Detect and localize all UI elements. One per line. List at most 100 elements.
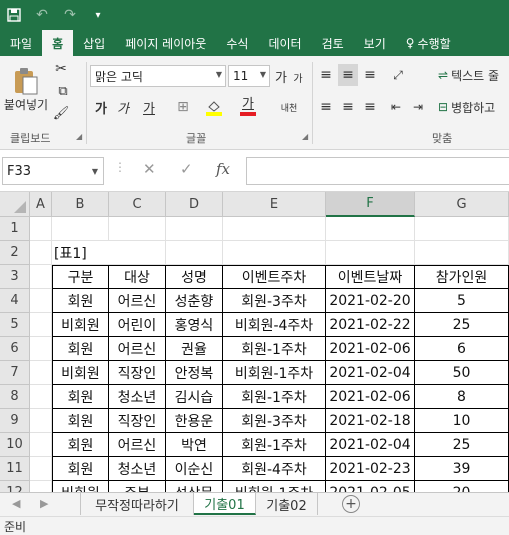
tab-view[interactable]: 보기 [354, 30, 396, 56]
table-cell[interactable] [415, 241, 509, 265]
table-cell[interactable]: 회원-1주차 [223, 337, 326, 361]
enter-icon[interactable]: ✓ [180, 160, 193, 178]
select-all-button[interactable] [0, 192, 30, 217]
column-header-b[interactable]: B [52, 192, 109, 217]
row-header[interactable]: 11 [0, 457, 30, 481]
table-cell[interactable] [30, 217, 52, 241]
orientation-icon[interactable]: ⤢ [386, 64, 410, 86]
tab-home[interactable]: 홈 [42, 30, 74, 56]
table-cell[interactable]: 8 [415, 385, 509, 409]
table-cell[interactable]: 직장인 [109, 361, 166, 385]
table-cell[interactable]: 회원-1주차 [223, 433, 326, 457]
table-cell[interactable]: 2021-02-22 [326, 313, 415, 337]
table-cell[interactable]: 청소년 [109, 457, 166, 481]
tab-insert[interactable]: 삽입 [73, 30, 115, 56]
font-launcher-icon[interactable]: ◢ [302, 132, 308, 141]
column-header-a[interactable]: A [30, 192, 52, 217]
table-cell[interactable]: 회원 [52, 409, 109, 433]
table-cell[interactable]: 청소년 [109, 385, 166, 409]
row-header[interactable]: 3 [0, 265, 30, 289]
cut-icon[interactable]: ✂ [52, 60, 70, 78]
underline-button[interactable]: 가 [136, 96, 162, 118]
table-cell[interactable] [109, 217, 166, 241]
align-center-icon[interactable]: ≡ [338, 96, 358, 118]
row-header[interactable]: 6 [0, 337, 30, 361]
table-cell[interactable]: 성춘향 [166, 289, 223, 313]
table-cell[interactable]: 25 [415, 433, 509, 457]
tab-data[interactable]: 데이터 [258, 30, 311, 56]
table-cell[interactable]: 회원-4주차 [223, 457, 326, 481]
tab-page-layout[interactable]: 페이지 레이아웃 [115, 30, 216, 56]
merge-center-button[interactable]: ⊟ 병합하고 [438, 96, 509, 118]
row-header[interactable]: 5 [0, 313, 30, 337]
format-painter-icon[interactable]: 🖌 [52, 104, 70, 122]
table-cell[interactable] [30, 265, 52, 289]
table-header-cell[interactable]: 참가인원 [415, 265, 509, 289]
sheet-tab-2[interactable]: 기출01 [194, 493, 256, 515]
column-header-c[interactable]: C [109, 192, 166, 217]
add-sheet-button[interactable]: + [342, 495, 360, 513]
row-header[interactable]: 9 [0, 409, 30, 433]
align-middle-icon[interactable]: ≡ [338, 64, 358, 86]
table-cell[interactable]: 2021-02-20 [326, 289, 415, 313]
table-cell[interactable]: 비회원 [52, 361, 109, 385]
table-cell[interactable]: 박연 [166, 433, 223, 457]
row-header[interactable]: 1 [0, 217, 30, 241]
table-cell[interactable]: 한용운 [166, 409, 223, 433]
table-cell[interactable]: 5 [415, 289, 509, 313]
italic-button[interactable]: 가 [114, 96, 132, 118]
table-cell[interactable] [326, 217, 415, 241]
table-cell[interactable]: 어린이 [109, 313, 166, 337]
table-cell[interactable]: 회원 [52, 433, 109, 457]
table-cell[interactable] [223, 217, 326, 241]
table-cell[interactable]: 안정복 [166, 361, 223, 385]
column-header-d[interactable]: D [166, 192, 223, 217]
table-cell[interactable] [30, 457, 52, 481]
sheet-prev-icon[interactable]: ◀ [12, 497, 20, 510]
tab-review[interactable]: 검토 [312, 30, 354, 56]
row-header[interactable]: 10 [0, 433, 30, 457]
redo-icon[interactable]: ↷ [56, 0, 84, 30]
borders-icon[interactable]: ⊞ [170, 96, 196, 118]
wrap-text-button[interactable]: ⇌ 텍스트 줄 [438, 64, 509, 86]
tell-me-search[interactable]: ♀ 수행할 [396, 30, 451, 56]
table-cell[interactable] [30, 337, 52, 361]
table-cell[interactable]: 2021-02-23 [326, 457, 415, 481]
table-cell[interactable]: 김시습 [166, 385, 223, 409]
table-cell[interactable]: 어르신 [109, 337, 166, 361]
fill-color-icon[interactable] [202, 96, 226, 118]
table-cell[interactable] [166, 241, 223, 265]
table-cell[interactable]: 비회원-1주차 [223, 361, 326, 385]
align-bottom-icon[interactable]: ≡ [360, 64, 380, 86]
font-name-dropdown[interactable]: 맑은 고딕 ▼ [90, 65, 226, 87]
table-cell[interactable] [30, 433, 52, 457]
sheet-next-icon[interactable]: ▶ [40, 497, 48, 510]
table-cell[interactable]: 비회원-4주차 [223, 313, 326, 337]
table-cell[interactable] [166, 217, 223, 241]
table-header-cell[interactable]: 이벤트날짜 [326, 265, 415, 289]
tab-formulas[interactable]: 수식 [216, 30, 258, 56]
insert-function-icon[interactable]: fx [216, 160, 230, 178]
align-right-icon[interactable]: ≡ [360, 96, 380, 118]
table-cell[interactable]: 홍영식 [166, 313, 223, 337]
table-cell[interactable]: 50 [415, 361, 509, 385]
table-cell[interactable]: 비회원 [52, 313, 109, 337]
table-cell[interactable]: 회원 [52, 289, 109, 313]
table-cell[interactable]: 6 [415, 337, 509, 361]
table-cell[interactable]: 25 [415, 313, 509, 337]
table-cell[interactable] [30, 289, 52, 313]
bold-button[interactable]: 가 [92, 96, 110, 118]
table-cell[interactable] [30, 409, 52, 433]
paste-button[interactable]: 붙여넣기 [2, 60, 50, 118]
shrink-font-button[interactable]: 가 [291, 68, 305, 86]
font-size-dropdown[interactable]: 11 ▼ [228, 65, 270, 87]
formula-input[interactable] [246, 157, 509, 185]
font-color-button[interactable]: 가 [236, 96, 260, 118]
grow-font-button[interactable]: 가 [273, 66, 289, 86]
tab-file[interactable]: 파일 [0, 30, 42, 56]
table-cell[interactable] [415, 217, 509, 241]
name-box[interactable]: F33 ▼ [2, 157, 104, 185]
table-cell[interactable]: 이순신 [166, 457, 223, 481]
table-header-cell[interactable]: 대상 [109, 265, 166, 289]
table-cell[interactable]: 2021-02-06 [326, 385, 415, 409]
